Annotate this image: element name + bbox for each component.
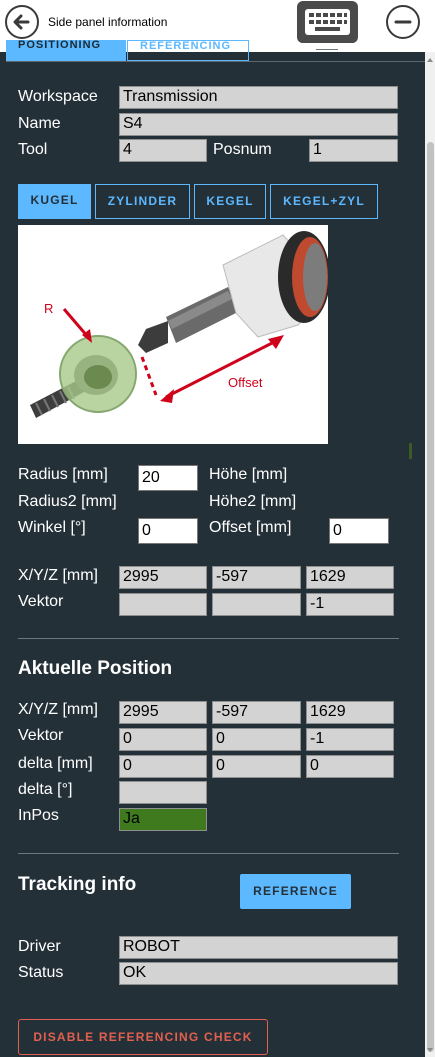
current-x-field: 2995: [119, 701, 207, 724]
posnum-field: 1: [309, 139, 398, 162]
offset-diagram-label: Offset: [228, 375, 263, 390]
name-field: S4: [119, 113, 398, 136]
tab-positioning[interactable]: POSITIONING: [6, 40, 126, 61]
shape-kugel-button[interactable]: KUGEL: [18, 184, 91, 219]
delta-mm-x-field: 0: [119, 755, 207, 778]
posnum-label: Posnum: [213, 141, 272, 158]
tracking-info-header: Tracking info: [18, 874, 137, 895]
status-label: Status: [18, 964, 64, 981]
scroll-down-icon[interactable]: [426, 1046, 434, 1054]
status-field: OK: [119, 962, 398, 985]
current-vektor-label: Vektor: [18, 727, 64, 744]
delta-deg-label: delta [°]: [18, 781, 73, 798]
offset-label: Offset [mm]: [209, 519, 292, 536]
winkel-label: Winkel [°]: [18, 519, 86, 536]
delta-deg-field: [119, 781, 207, 804]
tool-field: 4: [119, 139, 207, 162]
target-vektor-label: Vektor: [18, 593, 64, 610]
winkel-input[interactable]: 0: [138, 518, 198, 544]
shape-kegel-button[interactable]: KEGEL: [194, 184, 266, 219]
workspace-label: Workspace: [18, 88, 98, 105]
scrollbar-thumb[interactable]: [427, 142, 434, 1052]
minimize-button-overlay[interactable]: [386, 5, 420, 39]
section-divider: [18, 638, 399, 639]
delta-mm-y-field: 0: [212, 755, 301, 778]
keyboard-button-overlay[interactable]: [297, 1, 358, 43]
current-vektor-y-field: 0: [212, 728, 301, 751]
current-vektor-z-field: -1: [306, 728, 394, 751]
disable-referencing-check-button[interactable]: DISABLE REFERENCING CHECK: [18, 1019, 268, 1055]
current-vektor-x-field: 0: [119, 728, 207, 751]
minus-circle-icon: [394, 20, 412, 24]
reference-button[interactable]: REFERENCE: [240, 874, 351, 909]
tool-label: Tool: [18, 141, 48, 158]
hoehe-label: Höhe [mm]: [209, 466, 288, 483]
back-button-overlay[interactable]: [5, 5, 39, 39]
target-x-field: 2995: [119, 566, 207, 589]
keyboard-icon: [305, 9, 350, 35]
tab-divider: [6, 61, 425, 62]
scroll-up-icon[interactable]: [426, 56, 434, 64]
target-y-field: -597: [212, 566, 301, 589]
shape-kegel-zyl-button[interactable]: KEGEL+ZYL: [270, 184, 378, 219]
target-vektor-z-field: -1: [306, 593, 394, 616]
delta-mm-z-field: 0: [306, 755, 394, 778]
current-y-field: -597: [212, 701, 301, 724]
driver-label: Driver: [18, 938, 61, 955]
window-title-overlay: Side panel information: [48, 15, 168, 29]
current-xyz-label: X/Y/Z [mm]: [18, 701, 98, 718]
current-position-header: Aktuelle Position: [18, 658, 173, 679]
resize-grip[interactable]: [409, 443, 412, 459]
name-label: Name: [18, 115, 61, 132]
ball-probe-diagram: R Offset: [30, 231, 328, 418]
driver-field: ROBOT: [119, 936, 398, 959]
back-arrow-icon: [13, 14, 30, 30]
inpos-field: Ja: [119, 808, 207, 831]
target-vektor-y-field: [212, 593, 301, 616]
inpos-label: InPos: [18, 807, 59, 824]
radius2-label: Radius2 [mm]: [18, 493, 117, 510]
tab-referencing[interactable]: REFERENCING: [127, 40, 249, 61]
hoehe2-label: Höhe2 [mm]: [209, 493, 297, 510]
radius-label: Radius [mm]: [18, 466, 108, 483]
offset-input[interactable]: 0: [329, 518, 389, 544]
target-z-field: 1629: [306, 566, 394, 589]
section-divider-2: [18, 853, 399, 854]
target-vektor-x-field: [119, 593, 207, 616]
current-z-field: 1629: [306, 701, 394, 724]
radius-input[interactable]: 20: [138, 465, 198, 491]
delta-mm-label: delta [mm]: [18, 755, 93, 772]
shape-zylinder-button[interactable]: ZYLINDER: [95, 184, 190, 219]
target-xyz-label: X/Y/Z [mm]: [18, 567, 98, 584]
workspace-field: Transmission: [119, 86, 398, 109]
r-label: R: [44, 301, 53, 316]
shape-illustration: R Offset: [18, 225, 328, 444]
